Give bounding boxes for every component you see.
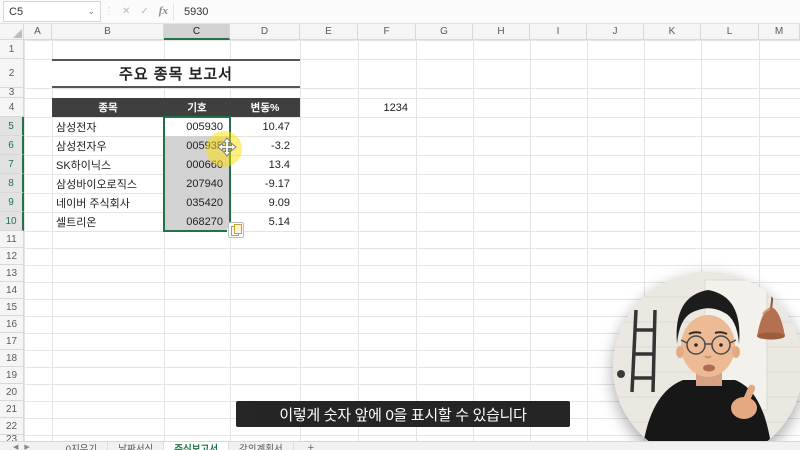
row-header-11[interactable]: 11	[0, 231, 24, 248]
column-header-F[interactable]: F	[358, 24, 416, 40]
select-all-button[interactable]	[0, 24, 24, 40]
row-header-12[interactable]: 12	[0, 248, 24, 265]
row-header-4[interactable]: 4	[0, 98, 24, 117]
clipboard-icon	[230, 224, 242, 236]
sheet-tab-4[interactable]: 강의계획서	[229, 442, 294, 450]
gridline	[24, 265, 800, 266]
table-header-cell[interactable]: 종목	[52, 98, 164, 117]
sheet-tab-3[interactable]: 주식보고서	[164, 442, 229, 450]
caption-bar: 이렇게 숫자 앞에 0을 표시할 수 있습니다	[236, 401, 570, 427]
row-header-21[interactable]: 21	[0, 401, 24, 418]
wall-hook	[617, 370, 625, 378]
excel-window: C5 ⌄ ⋮ ✕ ✓ fx 5930 주요 종목 보고서 종목 기호 변동% 삼성전자 0…	[0, 0, 800, 450]
row-header-13[interactable]: 13	[0, 265, 24, 282]
presenter-video	[613, 272, 800, 450]
cell-F4[interactable]: 1234	[358, 98, 416, 117]
row-header-6[interactable]: 6	[0, 136, 24, 155]
column-header-I[interactable]: I	[530, 24, 587, 40]
row-header-2[interactable]: 2	[0, 59, 24, 88]
row-header-1[interactable]: 1	[0, 40, 24, 59]
cell-B7[interactable]: SK하이닉스	[52, 155, 164, 174]
sheet-tab-1[interactable]: 0지우기	[56, 442, 109, 450]
sheet-tabs: 0지우기 날짜서식 주식보고서 강의계획서	[56, 442, 294, 450]
cell-D7[interactable]: 13.4	[230, 155, 300, 174]
cell-B10[interactable]: 셀트리온	[52, 212, 164, 231]
row-header-8[interactable]: 8	[0, 174, 24, 193]
paste-options-button[interactable]	[228, 222, 244, 238]
row-header-20[interactable]: 20	[0, 384, 24, 401]
row-header-14[interactable]: 14	[0, 282, 24, 299]
add-sheet-button[interactable]: +	[308, 442, 314, 450]
caption-text: 이렇게 숫자 앞에 0을 표시할 수 있습니다	[279, 406, 527, 424]
column-header-A[interactable]: A	[24, 24, 52, 40]
column-header-G[interactable]: G	[416, 24, 473, 40]
select-all-triangle-icon	[13, 29, 22, 38]
column-header-J[interactable]: J	[587, 24, 644, 40]
row-header-10[interactable]: 10	[0, 212, 24, 231]
move-cursor-icon	[217, 137, 237, 157]
gridline	[24, 231, 800, 232]
cell-B5[interactable]: 삼성전자	[52, 117, 164, 136]
next-sheet-icon[interactable]: ▶	[24, 442, 29, 450]
row-header-15[interactable]: 15	[0, 299, 24, 316]
cell-D5[interactable]: 10.47	[230, 117, 300, 136]
sheet-tab-2[interactable]: 날짜서식	[108, 442, 165, 450]
column-header-C[interactable]: C	[164, 24, 230, 40]
row-header-7[interactable]: 7	[0, 155, 24, 174]
gridline	[473, 40, 474, 441]
gridline	[416, 40, 417, 441]
cell-D8[interactable]: -9.17	[230, 174, 300, 193]
column-header-E[interactable]: E	[300, 24, 358, 40]
gridline	[0, 40, 800, 41]
row-header-22[interactable]: 22	[0, 418, 24, 435]
prev-sheet-icon[interactable]: ◀	[13, 442, 18, 450]
sheet-tab-bar: ◀ ▶ 0지우기 날짜서식 주식보고서 강의계획서 +	[0, 441, 800, 450]
cell-B8[interactable]: 삼성바이오로직스	[52, 174, 164, 193]
row-header-17[interactable]: 17	[0, 333, 24, 350]
column-header-H[interactable]: H	[473, 24, 530, 40]
row-header-19[interactable]: 19	[0, 367, 24, 384]
row-header-3[interactable]: 3	[0, 88, 24, 98]
row-header-5[interactable]: 5	[0, 117, 24, 136]
gridline	[24, 248, 800, 249]
table-header-cell[interactable]: 기호	[164, 98, 230, 117]
report-title-cell[interactable]: 주요 종목 보고서	[52, 59, 300, 88]
cell-B6[interactable]: 삼성전자우	[52, 136, 164, 155]
column-header-D[interactable]: D	[230, 24, 300, 40]
cell-B9[interactable]: 네이버 주식회사	[52, 193, 164, 212]
column-header-B[interactable]: B	[52, 24, 164, 40]
gridline	[300, 40, 301, 441]
table-header-cell[interactable]: 변동%	[230, 98, 300, 117]
webcam-overlay	[613, 272, 800, 450]
person-mouth	[703, 364, 715, 372]
row-header-18[interactable]: 18	[0, 350, 24, 367]
cell-D9[interactable]: 9.09	[230, 193, 300, 212]
gridline	[530, 40, 531, 441]
gridline	[24, 88, 800, 89]
row-header-9[interactable]: 9	[0, 193, 24, 212]
column-header-K[interactable]: K	[644, 24, 701, 40]
column-header-L[interactable]: L	[701, 24, 759, 40]
column-header-M[interactable]: M	[759, 24, 800, 40]
row-header-16[interactable]: 16	[0, 316, 24, 333]
gridline	[587, 40, 588, 441]
gridline	[24, 40, 25, 441]
